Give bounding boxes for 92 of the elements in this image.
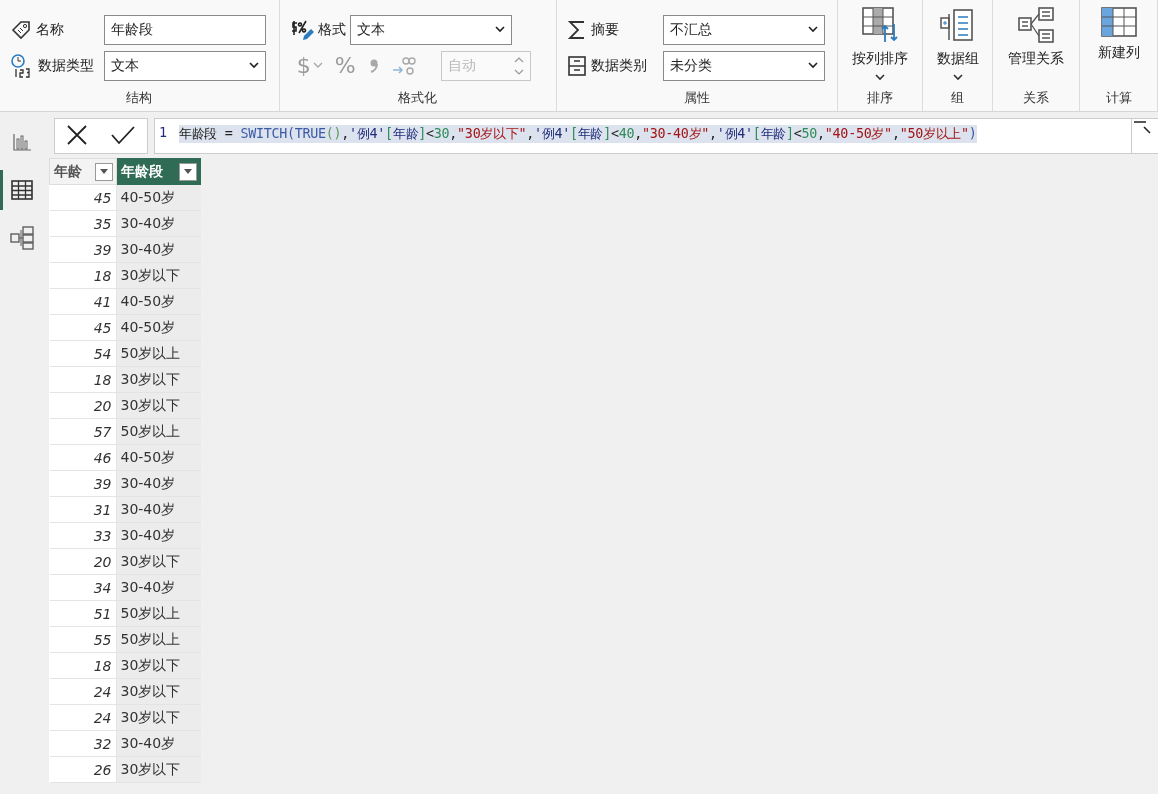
table-cell: 30-40岁 [116,210,201,237]
dropdown-triangle-icon [184,169,192,174]
table-cell: 30-40岁 [116,522,201,549]
table-cell: 18 [49,652,116,679]
sigma-icon [566,18,587,41]
group-label: 计算 [1104,89,1133,107]
group-label: 排序 [866,89,895,107]
table-cell: 40-50岁 [116,314,201,341]
filter-dropdown-button[interactable] [94,162,113,181]
tag-icon [10,18,32,41]
table-cell: 30-40岁 [116,470,201,497]
chevron-down-icon [494,26,505,33]
caret-icon [875,74,886,81]
table-icon [10,180,33,200]
table-cell: 45 [49,314,116,341]
table-cell: 32 [49,730,116,757]
chevron-down-icon [807,62,818,69]
table-cell: 50岁以上 [116,418,201,445]
table-cell: 30-40岁 [116,574,201,601]
table-cell: 35 [49,210,116,237]
table-cell: 31 [49,496,116,523]
table-cell: 30-40岁 [116,236,201,263]
table-cell: 30岁以下 [116,678,201,705]
table-cell: 30-40岁 [116,496,201,523]
table-cell: 30岁以下 [116,652,201,679]
table-cell: 57 [49,418,116,445]
column-header[interactable]: 年龄 [49,158,116,185]
caret-icon [952,74,963,81]
field-label: 格式 [317,20,346,39]
table-cell: 40-50岁 [116,184,201,211]
table-cell: 30岁以下 [116,262,201,289]
table-cell: 40-50岁 [116,288,201,315]
sort-column-icon [861,6,900,44]
name-field[interactable]: 年龄段 [104,14,266,45]
dropdown-field[interactable]: 文本 [104,50,266,81]
category-icon [566,54,587,77]
table-cell: 41 [49,288,116,315]
table-cell: 30岁以下 [116,392,201,419]
line-number: 1 [158,125,169,140]
table-cell: 18 [49,366,116,393]
chevron-down-icon [249,62,259,69]
bar-chart-icon [11,133,32,151]
field-label: 名称 [36,20,64,39]
filter-dropdown-button[interactable] [179,162,197,181]
table-cell: 39 [49,236,116,263]
table-cell: 55 [49,626,116,653]
ribbon-button[interactable]: 数据组 [934,0,981,89]
table-cell: 40-50岁 [116,444,201,471]
table-cell: 46 [49,444,116,471]
table-cell: 34 [49,574,116,601]
table-cell: 20 [49,392,116,419]
dropdown-field[interactable]: 不汇总 [662,14,825,45]
dropdown-field[interactable]: 文本 [349,14,512,45]
formula-text[interactable]: 年龄段 = SWITCH(TRUE(),'例4'[年龄]<30,"30岁以下",'例4'[年龄]<40,"30-40岁",'例4'[年龄]<50,"40-50岁","50岁以上") [179,125,977,143]
group-label: 格式化 [397,89,439,107]
field-label: 摘要 [590,20,619,39]
field-label: 数据类别 [590,56,647,75]
table-cell: 45 [49,184,116,211]
group-label: 组 [950,89,966,107]
column-header[interactable]: 年龄段 [116,158,201,185]
table-cell: 30-40岁 [116,730,201,757]
chevron-down-icon [807,26,818,33]
table-cell: 30岁以下 [116,548,201,575]
table-cell: 18 [49,262,116,289]
relationships-icon [1017,6,1056,44]
ribbon-button[interactable]: 管理关系 [1006,0,1067,89]
group-label: 属性 [682,89,711,107]
table-cell: 26 [49,756,116,783]
table-cell: 30岁以下 [116,366,201,393]
table-cell: 24 [49,704,116,731]
dropdown-field[interactable]: 未分类 [662,50,825,81]
table-cell: 50岁以上 [116,626,201,653]
table-cell: 54 [49,340,116,367]
new-column-icon [1099,6,1138,38]
table-cell: 33 [49,522,116,549]
table-cell: 39 [49,470,116,497]
ribbon-button[interactable]: 按列排序 [850,0,911,89]
table-cell: 24 [49,678,116,705]
group-label: 关系 [1022,89,1051,107]
table-cell: 20 [49,548,116,575]
dropdown-triangle-icon [99,169,108,174]
table-cell: 50岁以上 [116,340,201,367]
field-label: 数据类型 [38,56,94,75]
table-cell: 51 [49,600,116,627]
table-cell: 30岁以下 [116,756,201,783]
decimal-icon [391,54,416,77]
group-label: 结构 [125,89,154,107]
ribbon-button[interactable]: 新建列 [1095,0,1142,89]
model-icon [9,226,34,250]
table-cell: 30岁以下 [116,704,201,731]
caret-icon [312,62,323,69]
table-cell: 50岁以上 [116,600,201,627]
